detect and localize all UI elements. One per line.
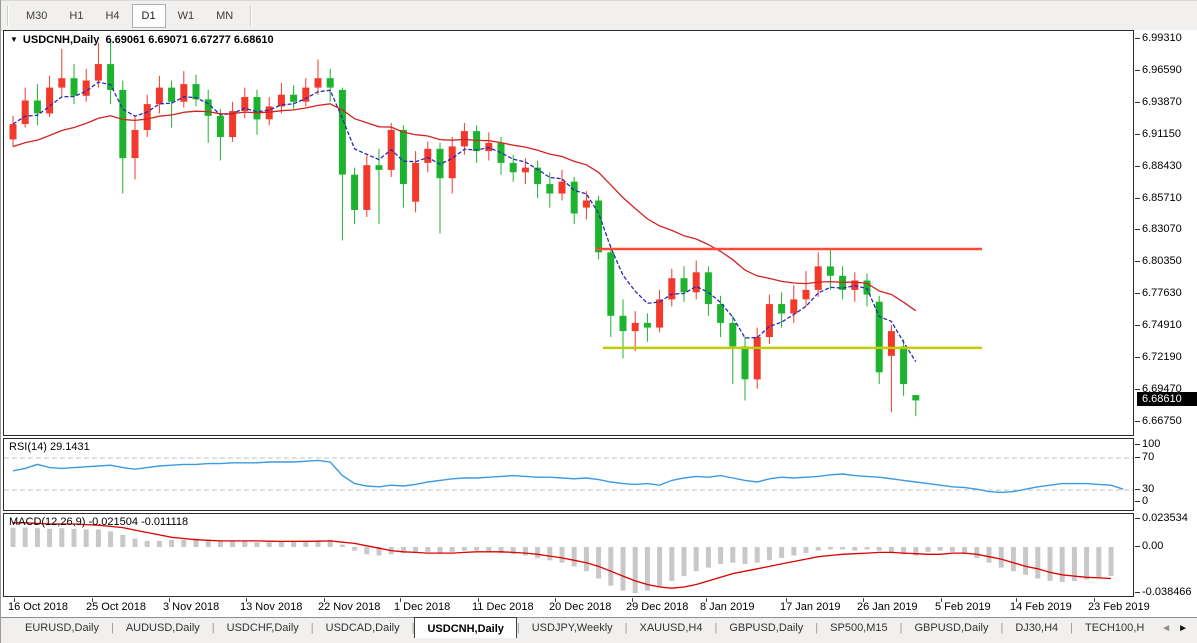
macd-axis-label: 0.00 bbox=[1142, 539, 1163, 553]
date-axis-label: 8 Jan 2019 bbox=[700, 601, 754, 613]
timeframe-button-mn[interactable]: MN bbox=[206, 4, 243, 28]
date-axis-label: 13 Nov 2018 bbox=[240, 601, 302, 613]
price-chart-pane[interactable]: ▼ USDCNH,Daily 6.69061 6.69071 6.67277 6.… bbox=[3, 30, 1134, 436]
axis-tick bbox=[1135, 70, 1140, 71]
terminal-window: M30H1H4D1W1MN ▼ USDCNH,Daily 6.69061 6.69… bbox=[0, 0, 1197, 643]
price-axis-label: 6.93870 bbox=[1142, 95, 1182, 109]
chart-tab-gbpusd-7[interactable]: GBPUSD,Daily bbox=[717, 618, 815, 638]
chart-tab-sp500-8[interactable]: SP500,M15 bbox=[818, 618, 899, 638]
date-axis-label: 25 Oct 2018 bbox=[86, 601, 146, 613]
rsi-axis-label: 70 bbox=[1142, 450, 1154, 464]
axis-tick bbox=[1135, 357, 1140, 358]
rsi-indicator-pane[interactable]: RSI(14) 29.1431 bbox=[3, 438, 1134, 511]
date-axis-label: 29 Dec 2018 bbox=[626, 601, 688, 613]
timeframe-button-d1[interactable]: D1 bbox=[132, 4, 166, 28]
axis-tick bbox=[1135, 546, 1140, 547]
tab-scroll-right-icon[interactable]: ► bbox=[1178, 623, 1188, 634]
price-axis-label: 6.85710 bbox=[1142, 191, 1182, 205]
rsi-axis-label: 0 bbox=[1142, 494, 1148, 508]
date-axis-label: 20 Dec 2018 bbox=[549, 601, 611, 613]
timeframe-buttons: M30H1H4D1W1MN bbox=[15, 4, 244, 28]
date-axis-label: 14 Feb 2019 bbox=[1010, 601, 1072, 613]
candlestick-chart bbox=[4, 31, 1133, 435]
rsi-line-chart bbox=[4, 439, 1133, 510]
price-axis-label: 6.99310 bbox=[1142, 31, 1182, 45]
date-axis-label: 11 Dec 2018 bbox=[472, 601, 534, 613]
toolbar-separator bbox=[7, 6, 9, 26]
axis-tick bbox=[1135, 261, 1140, 262]
chart-tab-eurusd-0[interactable]: EURUSD,Daily bbox=[13, 618, 111, 638]
chart-ohlc-values: 6.69061 6.69071 6.67277 6.68610 bbox=[105, 34, 273, 46]
date-axis-label: 26 Jan 2019 bbox=[857, 601, 918, 613]
chart-symbol-label: USDCNH,Daily bbox=[23, 34, 99, 46]
timeframe-button-h1[interactable]: H1 bbox=[59, 4, 93, 28]
date-axis[interactable]: 16 Oct 2018 25 Oct 2018 3 Nov 2018 13 Nov 2… bbox=[3, 598, 1134, 617]
chart-tab-dj30-10[interactable]: DJ30,H4 bbox=[1003, 618, 1070, 638]
chart-tab-usdcad-3[interactable]: USDCAD,Daily bbox=[314, 618, 412, 638]
axis-tick bbox=[1135, 293, 1140, 294]
axis-tick bbox=[1135, 134, 1140, 135]
chart-tab-tech100-11[interactable]: TECH100,H bbox=[1073, 618, 1156, 638]
axis-tick bbox=[1135, 38, 1140, 39]
axis-tick bbox=[1135, 592, 1140, 593]
axis-tick bbox=[1135, 102, 1140, 103]
timeframe-toolbar: M30H1H4D1W1MN bbox=[1, 0, 1197, 31]
chart-tab-gbpusd-9[interactable]: GBPUSD,Daily bbox=[903, 618, 1001, 638]
current-price-tag: 6.68610 bbox=[1137, 392, 1197, 406]
axis-tick bbox=[1135, 166, 1140, 167]
chart-tab-usdjpy-5[interactable]: USDJPY,Weekly bbox=[520, 618, 625, 638]
price-axis-label: 6.72190 bbox=[1142, 350, 1182, 364]
timeframe-button-h4[interactable]: H4 bbox=[95, 4, 129, 28]
axis-tick bbox=[1135, 325, 1140, 326]
price-axis[interactable]: 6.99310 6.96590 6.93870 6.91150 6.88430 6.857… bbox=[1135, 30, 1197, 617]
price-axis-label: 6.88430 bbox=[1142, 159, 1182, 173]
macd-label: MACD(12,26,9) -0.021504 -0.011118 bbox=[9, 516, 188, 528]
date-axis-label: 17 Jan 2019 bbox=[780, 601, 841, 613]
date-axis-label: 1 Dec 2018 bbox=[394, 601, 450, 613]
chart-tab-bar: EURUSD,Daily|AUDUSD,Daily|USDCHF,Daily|U… bbox=[1, 617, 1197, 643]
axis-tick bbox=[1135, 501, 1140, 502]
date-axis-label: 3 Nov 2018 bbox=[163, 601, 219, 613]
timeframe-button-w1[interactable]: W1 bbox=[168, 4, 205, 28]
chart-tab-audusd-1[interactable]: AUDUSD,Daily bbox=[114, 618, 212, 638]
macd-axis-label: 0.023534 bbox=[1142, 511, 1188, 525]
price-axis-label: 6.91150 bbox=[1142, 127, 1181, 141]
macd-indicator-pane[interactable]: MACD(12,26,9) -0.021504 -0.011118 bbox=[3, 513, 1134, 597]
price-axis-label: 6.77630 bbox=[1142, 286, 1182, 300]
price-axis-label: 6.74910 bbox=[1142, 318, 1182, 332]
chart-tab-usdcnh-4[interactable]: USDCNH,Daily bbox=[414, 617, 516, 638]
axis-tick bbox=[1135, 229, 1140, 230]
axis-tick bbox=[1135, 389, 1140, 390]
chart-tabs: EURUSD,Daily|AUDUSD,Daily|USDCHF,Daily|U… bbox=[13, 618, 1156, 638]
chart-title: ▼ USDCNH,Daily 6.69061 6.69071 6.67277 6.… bbox=[10, 34, 274, 46]
tab-scroll-arrows: ◄► bbox=[1161, 618, 1197, 634]
axis-tick bbox=[1135, 489, 1140, 490]
price-axis-label: 6.80350 bbox=[1142, 254, 1182, 268]
timeframe-button-m30[interactable]: M30 bbox=[16, 4, 57, 28]
axis-tick bbox=[1135, 421, 1140, 422]
date-axis-label: 16 Oct 2018 bbox=[8, 601, 68, 613]
tab-scroll-left-icon[interactable]: ◄ bbox=[1161, 623, 1171, 634]
rsi-label: RSI(14) 29.1431 bbox=[9, 441, 90, 453]
chart-tab-usdchf-2[interactable]: USDCHF,Daily bbox=[215, 618, 311, 638]
date-axis-label: 22 Nov 2018 bbox=[318, 601, 380, 613]
axis-tick bbox=[1135, 457, 1140, 458]
axis-tick bbox=[1135, 198, 1140, 199]
rsi-axis-label: 100 bbox=[1142, 437, 1160, 451]
axis-tick bbox=[1135, 444, 1140, 445]
date-axis-label: 5 Feb 2019 bbox=[935, 601, 991, 613]
macd-axis-label: -0.038466 bbox=[1142, 585, 1192, 599]
price-axis-label: 6.96590 bbox=[1142, 63, 1182, 77]
price-axis-label: 6.66750 bbox=[1142, 414, 1182, 428]
chart-tab-xauusd-6[interactable]: XAUUSD,H4 bbox=[628, 618, 715, 638]
toolbar-separator bbox=[250, 6, 252, 26]
date-axis-label: 23 Feb 2019 bbox=[1088, 601, 1150, 613]
chevron-down-icon[interactable]: ▼ bbox=[10, 35, 18, 44]
price-axis-label: 6.83070 bbox=[1142, 222, 1182, 236]
axis-tick bbox=[1135, 518, 1140, 519]
